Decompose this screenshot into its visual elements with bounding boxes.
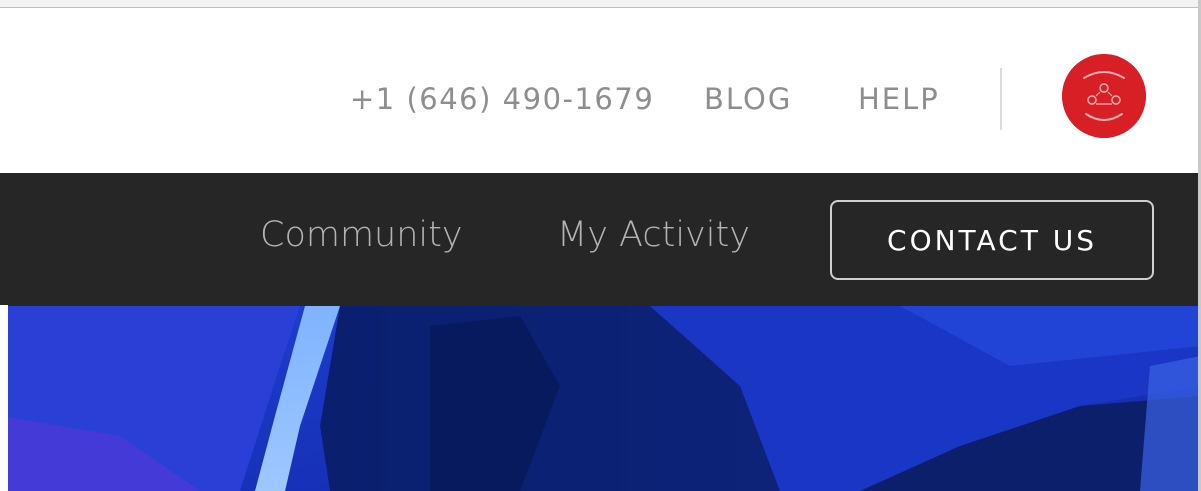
- phone-link[interactable]: +1 (646) 490-1679: [350, 82, 654, 116]
- avatar-badge-icon: [1062, 54, 1146, 138]
- main-nav: Community My Activity CONTACT US: [0, 173, 1201, 306]
- window-left-edge: [0, 305, 8, 491]
- blog-link[interactable]: BLOG: [704, 82, 792, 116]
- help-link[interactable]: HELP: [858, 82, 940, 116]
- hero-image: [0, 306, 1201, 491]
- user-avatar[interactable]: [1062, 54, 1146, 138]
- nav-item-community[interactable]: Community: [260, 215, 463, 255]
- utility-divider: [1000, 68, 1002, 130]
- contact-us-button[interactable]: CONTACT US: [830, 200, 1154, 280]
- window-top-edge: [0, 0, 1201, 8]
- page: +1 (646) 490-1679 BLOG HELP Community My…: [0, 0, 1201, 491]
- hero-photo: [0, 306, 1201, 491]
- nav-item-my-activity[interactable]: My Activity: [557, 215, 750, 255]
- utility-bar: +1 (646) 490-1679 BLOG HELP: [0, 8, 1201, 173]
